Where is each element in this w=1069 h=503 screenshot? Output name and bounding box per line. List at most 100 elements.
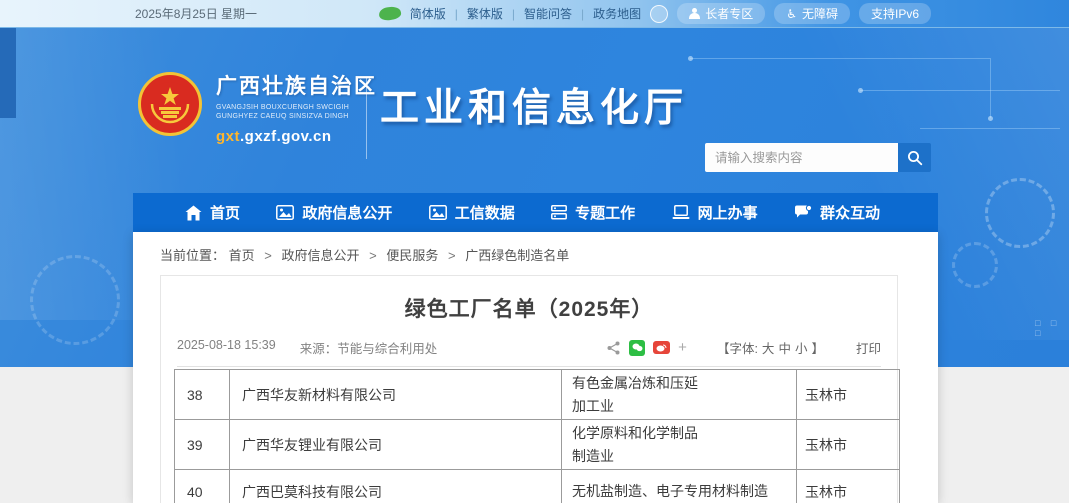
article-source: 来源：节能与综合利用处 [300, 338, 438, 357]
accessibility-button[interactable]: ♿ 无障碍 [774, 3, 850, 24]
department-title: 工业和信息化厅 [380, 77, 688, 133]
industry-cell: 有色金属冶炼和压延 加工业 [562, 370, 797, 420]
weibo-share-icon[interactable] [653, 341, 670, 354]
gear-decoration-icon [952, 242, 998, 288]
breadcrumb-separator: > [448, 248, 456, 263]
industry-cell: 无机盐制造、电子专用材料制造 [562, 470, 797, 503]
share-icon[interactable] [605, 340, 621, 356]
row-number-cell: 40 [175, 470, 230, 503]
home-icon [185, 205, 202, 221]
dots-decoration: □ □ □ [1035, 318, 1069, 338]
national-emblem-logo [138, 72, 202, 136]
header-divider [366, 77, 367, 159]
search-button[interactable] [898, 143, 931, 172]
separator: | [581, 7, 584, 21]
top-utility-bar: 2025年8月25日 星期一 简体版 | 繁体版 | 智能问答 | 政务地图 长… [0, 0, 1069, 28]
separator: | [512, 7, 515, 21]
link-government-map[interactable]: 政务地图 [593, 5, 641, 22]
table-row: 40 广西巴莫科技有限公司 无机盐制造、电子专用材料制造 玉林市 [175, 470, 900, 503]
nav-label: 群众互动 [820, 202, 880, 223]
green-factory-table: 38 广西华友新材料有限公司 有色金属冶炼和压延 加工业 玉林市 39 广西华友… [174, 369, 900, 503]
nav-item-home[interactable]: 首页 [185, 202, 240, 223]
nav-label: 政府信息公开 [302, 202, 392, 223]
company-cell: 广西华友锂业有限公司 [230, 420, 562, 470]
breadcrumb-label: 当前位置： [160, 248, 225, 263]
list-stack-icon [551, 205, 567, 220]
breadcrumb-item-gov-info[interactable]: 政府信息公开 [282, 248, 360, 263]
table-row: 38 广西华友新材料有限公司 有色金属冶炼和压延 加工业 玉林市 [175, 370, 900, 420]
search-icon [907, 150, 923, 166]
main-navigation: 首页 政府信息公开 工信数据 专题工作 [133, 193, 938, 232]
site-search [705, 143, 931, 172]
row-number-cell: 38 [175, 370, 230, 420]
city-cell: 玉林市 [797, 420, 900, 470]
table-row: 39 广西华友锂业有限公司 化学原料和化学制品 制造业 玉林市 [175, 420, 900, 470]
elderly-zone-button[interactable]: 长者专区 [677, 3, 765, 24]
font-size-medium[interactable]: 中 [778, 338, 791, 357]
print-button[interactable]: 打印 [856, 338, 881, 357]
font-size-small[interactable]: 小 [795, 338, 808, 357]
separator: | [455, 7, 458, 21]
link-simplified-chinese[interactable]: 简体版 [410, 5, 446, 22]
emblem-graphic [147, 81, 193, 127]
agency-region-name: 广西壮族自治区 [216, 70, 377, 100]
nav-item-gov-info[interactable]: 政府信息公开 [276, 202, 392, 223]
company-cell: 广西华友新材料有限公司 [230, 370, 562, 420]
masthead: 广西壮族自治区 GVANGJSIH BOUXCUENGH SWCIGIH GUN… [0, 29, 1069, 193]
site-url-rest: .gxzf.gov.cn [240, 128, 332, 145]
city-cell: 玉林市 [797, 370, 900, 420]
circular-badge-icon[interactable] [650, 5, 668, 23]
green-leaf-icon [378, 6, 402, 22]
font-size-widget: 【字体: 大 中 小 】 [717, 338, 824, 357]
agency-zhuang-name: GVANGJSIH BOUXCUENGH SWCIGIH GUNGHYEZ CA… [216, 103, 377, 121]
breadcrumb-item-green-list[interactable]: 广西绿色制造名单 [465, 248, 569, 263]
site-url-accent: gxt [216, 128, 240, 145]
zhuang-line-2: GUNGHYEZ CAEUQ SINSIZVA DINGH [216, 112, 377, 121]
gear-decoration-icon [30, 255, 120, 345]
wheelchair-icon: ♿ [786, 8, 797, 20]
city-cell: 玉林市 [797, 470, 900, 503]
elderly-zone-label: 长者专区 [705, 5, 753, 22]
site-url[interactable]: gxt.gxzf.gov.cn [216, 128, 377, 145]
font-widget-close: 】 [811, 338, 824, 357]
nav-item-industry-data[interactable]: 工信数据 [429, 202, 515, 223]
nav-item-special-work[interactable]: 专题工作 [551, 202, 635, 223]
agency-identity: 广西壮族自治区 GVANGJSIH BOUXCUENGH SWCIGIH GUN… [216, 70, 377, 145]
nav-item-public-interaction[interactable]: 群众互动 [794, 202, 880, 223]
ipv6-label: 支持IPv6 [871, 5, 919, 22]
nav-label: 专题工作 [575, 202, 635, 223]
breadcrumb: 当前位置： 首页 > 政府信息公开 > 便民服务 > 广西绿色制造名单 [133, 232, 938, 264]
link-smart-qa[interactable]: 智能问答 [524, 5, 572, 22]
page: □ □ □ 2025年8月25日 星期一 简体版 | 繁体版 | 智能问答 | … [0, 0, 1069, 503]
laptop-icon [672, 205, 690, 220]
search-input[interactable] [705, 143, 898, 172]
article-meta-right: + 【字体: 大 中 小 】 打印 [605, 338, 881, 357]
current-date: 2025年8月25日 星期一 [135, 5, 257, 22]
link-traditional-chinese[interactable]: 繁体版 [467, 5, 503, 22]
wechat-share-icon[interactable] [629, 340, 645, 356]
content-card: 当前位置： 首页 > 政府信息公开 > 便民服务 > 广西绿色制造名单 绿色工厂… [133, 232, 938, 503]
ipv6-badge: 支持IPv6 [859, 3, 931, 24]
font-widget-open: 【字体: [717, 338, 758, 357]
breadcrumb-separator: > [369, 248, 377, 263]
picture-icon [429, 205, 447, 220]
person-icon [689, 8, 700, 19]
nav-label: 首页 [210, 202, 240, 223]
article-meta-row: 2025-08-18 15:39 来源：节能与综合利用处 [177, 338, 881, 367]
publish-datetime: 2025-08-18 15:39 [177, 338, 276, 357]
nav-label: 工信数据 [455, 202, 515, 223]
row-number-cell: 39 [175, 420, 230, 470]
breadcrumb-item-public-service[interactable]: 便民服务 [386, 248, 438, 263]
industry-cell: 化学原料和化学制品 制造业 [562, 420, 797, 470]
more-share-icon[interactable]: + [678, 339, 687, 356]
picture-icon [276, 205, 294, 220]
breadcrumb-separator: > [264, 248, 272, 263]
comment-icon [794, 205, 812, 221]
breadcrumb-item-home[interactable]: 首页 [229, 248, 255, 263]
article-meta-left: 2025-08-18 15:39 来源：节能与综合利用处 [177, 338, 437, 357]
nav-item-online-services[interactable]: 网上办事 [672, 202, 758, 223]
article-title: 绿色工厂名单（2025年） [161, 276, 897, 323]
article-container: 绿色工厂名单（2025年） 2025-08-18 15:39 来源：节能与综合利… [160, 275, 898, 503]
font-size-large[interactable]: 大 [762, 338, 775, 357]
zhuang-line-1: GVANGJSIH BOUXCUENGH SWCIGIH [216, 103, 377, 112]
